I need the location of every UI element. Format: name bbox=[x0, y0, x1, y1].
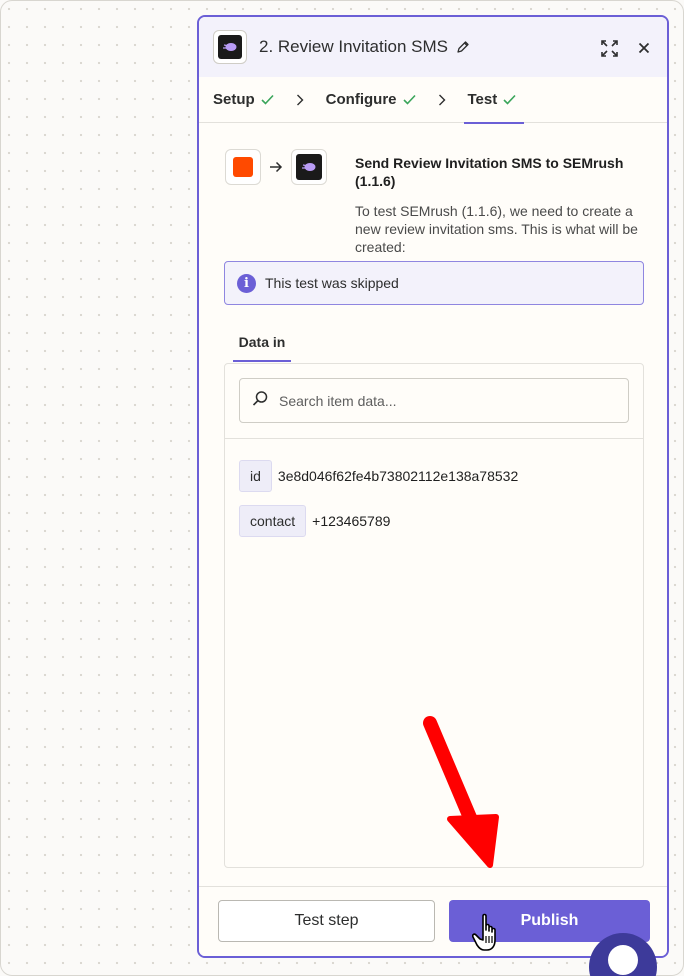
tab-setup[interactable]: Setup bbox=[213, 77, 274, 123]
data-key: id bbox=[239, 460, 272, 492]
check-icon bbox=[402, 94, 416, 105]
search-box bbox=[239, 378, 629, 423]
info-icon: i bbox=[237, 273, 256, 293]
data-row-id: id 3e8d046f62fe4b73802112e138a78532 bbox=[239, 460, 518, 492]
data-row-contact: contact +123465789 bbox=[239, 505, 390, 537]
chevron-right-icon bbox=[296, 94, 304, 106]
notice-text: This test was skipped bbox=[265, 275, 399, 291]
data-key: contact bbox=[239, 505, 307, 537]
tab-label: Setup bbox=[213, 91, 255, 108]
flow-icons bbox=[225, 149, 327, 185]
test-skipped-notice: i This test was skipped bbox=[224, 261, 644, 305]
step-tabs: Setup Configure Test bbox=[199, 77, 667, 124]
search-input[interactable] bbox=[279, 392, 599, 409]
chat-icon bbox=[608, 945, 638, 975]
edit-pencil-icon[interactable] bbox=[456, 40, 470, 54]
search-icon bbox=[252, 390, 269, 412]
check-icon bbox=[503, 94, 516, 105]
test-step-button[interactable]: Test step bbox=[218, 900, 435, 942]
semrush-logo-icon bbox=[213, 30, 247, 64]
tab-test[interactable]: Test bbox=[463, 77, 524, 124]
step-title: Send Review Invitation SMS to SEMrush (1… bbox=[355, 155, 624, 189]
expand-icon[interactable] bbox=[599, 38, 619, 58]
close-icon[interactable] bbox=[634, 38, 654, 58]
semrush-logo-icon bbox=[291, 149, 327, 185]
arrow-right-icon bbox=[269, 161, 283, 173]
panel-title[interactable]: 2. Review Invitation SMS bbox=[259, 37, 448, 57]
annotation-arrow-icon bbox=[423, 716, 499, 868]
divider bbox=[225, 438, 643, 439]
tab-configure[interactable]: Configure bbox=[326, 77, 416, 123]
tab-data-in[interactable]: Data in bbox=[233, 324, 291, 362]
check-icon bbox=[261, 94, 274, 105]
step-description: To test SEMrush (1.1.6), we need to crea… bbox=[355, 203, 638, 255]
tab-label: Configure bbox=[325, 91, 397, 108]
trigger-app-icon bbox=[225, 149, 261, 185]
tab-label: Test bbox=[467, 91, 498, 108]
hand-cursor-icon bbox=[472, 913, 496, 951]
data-value: +123465789 bbox=[312, 513, 391, 529]
chevron-right-icon bbox=[438, 94, 446, 106]
data-value: 3e8d046f62fe4b73802112e138a78532 bbox=[277, 468, 519, 484]
panel-header: 2. Review Invitation SMS bbox=[199, 17, 667, 77]
